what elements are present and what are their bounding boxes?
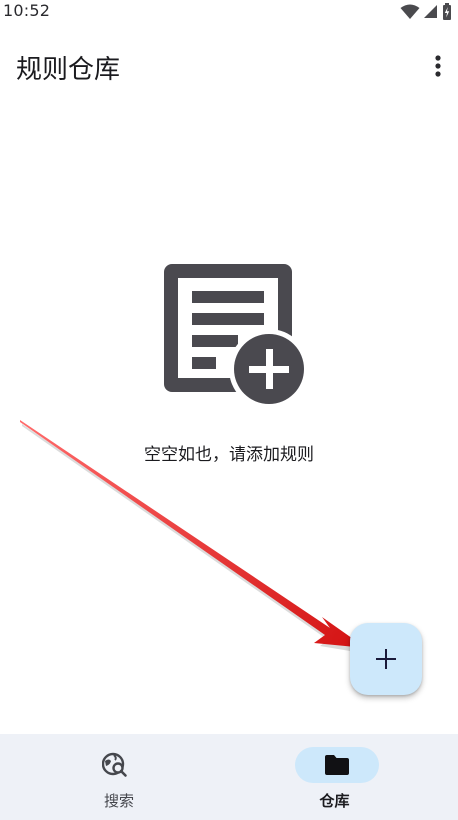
- nav-item-repository[interactable]: 仓库: [229, 734, 458, 820]
- note-add-icon: [164, 264, 309, 409]
- more-vert-icon: [435, 55, 441, 77]
- nav-indicator-search: [73, 747, 157, 783]
- status-time: 10:52: [3, 1, 51, 20]
- more-options-button[interactable]: [430, 48, 446, 84]
- travel-explore-icon: [102, 752, 127, 777]
- add-rule-button[interactable]: [350, 623, 422, 695]
- app-bar: 规则仓库: [0, 34, 458, 98]
- nav-label-repository: 仓库: [319, 792, 350, 810]
- bottom-navigation: 搜索 仓库: [0, 734, 458, 820]
- empty-state-illustration: [162, 262, 309, 412]
- empty-state-message: 空空如也，请添加规则: [144, 445, 314, 465]
- page-title: 规则仓库: [16, 55, 121, 85]
- folder-icon: [325, 755, 349, 775]
- nav-item-search[interactable]: 搜索: [0, 734, 229, 820]
- signal-icon: [424, 5, 437, 18]
- status-icons: [400, 3, 452, 20]
- nav-indicator-repository: [295, 747, 379, 783]
- add-icon: [376, 649, 396, 669]
- nav-label-search: 搜索: [103, 792, 134, 810]
- wifi-icon: [400, 4, 420, 19]
- battery-icon: [443, 3, 451, 20]
- status-bar: 10:52: [0, 0, 458, 24]
